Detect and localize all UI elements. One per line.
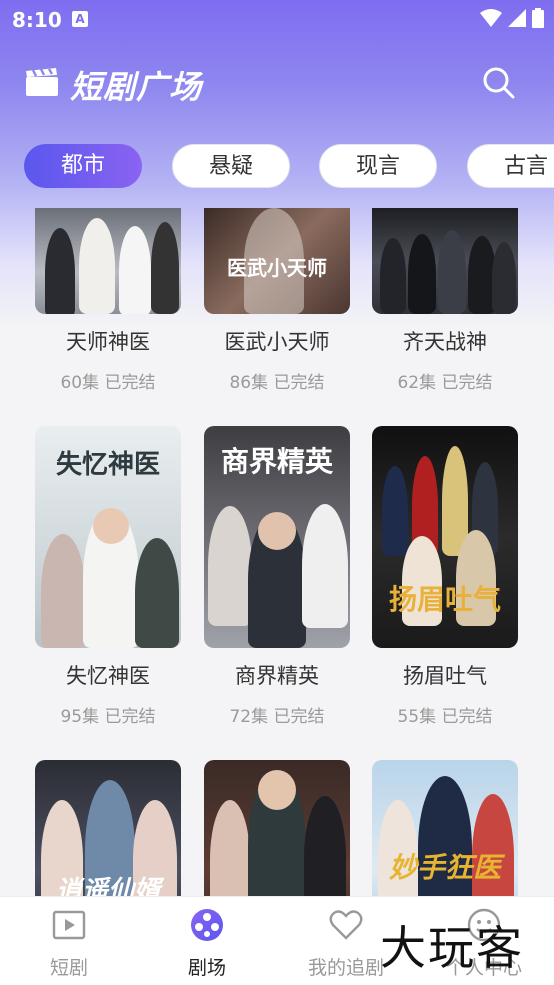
signal-icon [508,9,526,27]
drama-card[interactable]: 商界精英 商界精英 72集 已完结 [204,426,350,727]
nav-item-juchang[interactable]: 剧场 [157,907,257,980]
drama-card[interactable]: 失忆神医 失忆神医 95集 已完结 [35,426,181,727]
tab-guyan[interactable]: 古言 [467,144,554,188]
drama-card[interactable]: 妙手狂医 [372,760,518,898]
drama-card[interactable]: 逍遥仙婿 [35,760,181,898]
drama-card[interactable]: 天师神医 60集 已完结 [35,208,181,393]
drama-poster[interactable] [35,208,181,314]
drama-title: 扬眉吐气 [403,664,487,688]
status-time: 8:10 [12,8,62,32]
theater-icon [191,909,223,941]
drama-card[interactable]: 医武小天师 医武小天师 86集 已完结 [204,208,350,393]
drama-meta: 60集 已完结 [60,373,156,393]
category-tabs: 都市 悬疑 现言 古言 [0,142,554,192]
clapperboard-icon [26,68,58,96]
wifi-icon [480,9,502,27]
status-bar: 8:10 A [0,0,554,38]
drama-meta: 86集 已完结 [229,373,325,393]
poster-title: 商界精英 [220,445,333,478]
drama-title: 失忆神医 [66,664,150,688]
drama-poster[interactable]: 逍遥仙婿 [35,760,181,898]
poster-title: 医武小天师 [227,256,327,280]
drama-meta: 95集 已完结 [60,707,156,727]
page-title: 短剧广场 [70,68,203,106]
drama-card[interactable] [204,760,350,898]
drama-title: 医武小天师 [224,330,330,354]
drama-poster[interactable]: 妙手狂医 [372,760,518,898]
title-bar: 短剧广场 [0,56,554,112]
drama-poster[interactable]: 扬眉吐气 [372,426,518,648]
status-icons [480,8,544,28]
battery-icon [532,8,544,28]
drama-grid: 天师神医 60集 已完结 医武小天师 医武小天师 86集 已完结 齐天战神 62… [0,208,554,898]
tab-xuanyi[interactable]: 悬疑 [172,144,290,188]
drama-poster[interactable] [372,208,518,314]
poster-title: 扬眉吐气 [388,583,501,616]
drama-card[interactable]: 扬眉吐气 扬眉吐气 55集 已完结 [372,426,518,727]
heart-icon [329,910,363,940]
drama-card[interactable]: 齐天战神 62集 已完结 [372,208,518,393]
nav-label: 短剧 [49,957,88,979]
play-icon [52,910,86,940]
search-icon[interactable] [480,64,516,100]
drama-poster[interactable]: 医武小天师 [204,208,350,314]
drama-title: 齐天战神 [403,330,487,354]
tab-xianyan[interactable]: 现言 [319,144,437,188]
watermark-logo: 大玩客 [380,921,524,975]
drama-poster[interactable]: 商界精英 [204,426,350,648]
poster-title: 失忆神医 [55,450,160,480]
drama-meta: 62集 已完结 [397,373,493,393]
drama-meta: 72集 已完结 [229,707,325,727]
drama-meta: 55集 已完结 [397,707,493,727]
notification-a-icon: A [72,11,88,27]
nav-item-duanju[interactable]: 短剧 [19,907,119,980]
poster-title: 妙手狂医 [388,851,501,884]
poster-title: 逍遥仙婿 [55,876,160,898]
drama-poster[interactable]: 失忆神医 [35,426,181,648]
nav-label: 剧场 [187,957,226,979]
tab-dushi[interactable]: 都市 [24,144,142,188]
drama-poster[interactable] [204,760,350,898]
drama-title: 商界精英 [235,664,319,688]
drama-title: 天师神医 [66,330,150,354]
